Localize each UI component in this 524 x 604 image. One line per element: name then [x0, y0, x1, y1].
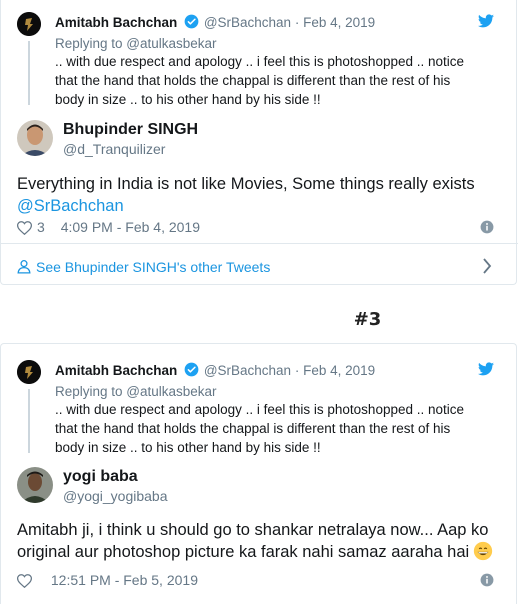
separator-dot: ·	[294, 363, 300, 378]
like-count[interactable]: 3	[37, 219, 45, 235]
tweet-body: Everything in India is not like Movies, …	[17, 175, 475, 193]
grinning-face-emoji	[474, 541, 493, 561]
author-name[interactable]: yogi baba	[63, 467, 138, 487]
thread-line	[28, 41, 30, 105]
quoted-author-avatar[interactable]	[17, 360, 41, 384]
quoted-author-handle[interactable]: @SrBachchan	[204, 15, 291, 30]
tweet-meta: 12:51 PM - Feb 5, 2019	[17, 571, 198, 589]
verified-badge-icon	[184, 362, 199, 377]
author-name[interactable]: Bhupinder SINGH	[63, 120, 198, 140]
tweet-text: Everything in India is not like Movies, …	[17, 173, 502, 217]
quoted-author-handle[interactable]: @SrBachchan	[204, 363, 291, 378]
embedded-tweet-card: Amitabh Bachchan @SrBachchan · Feb 4, 20…	[0, 0, 518, 285]
see-other-tweets-link[interactable]: See Bhupinder SINGH's other Tweets	[17, 258, 270, 276]
quoted-author-name[interactable]: Amitabh Bachchan	[55, 363, 177, 378]
quoted-tweet-date[interactable]: Feb 4, 2019	[303, 15, 375, 30]
twitter-bird-icon[interactable]	[478, 362, 494, 376]
embedded-tweet-card: Amitabh Bachchan @SrBachchan · Feb 4, 20…	[0, 343, 517, 604]
tweet-text: Amitabh ji, i think u should go to shank…	[17, 519, 502, 563]
heart-icon[interactable]	[17, 574, 32, 588]
heart-icon[interactable]	[17, 221, 32, 235]
quoted-author-avatar[interactable]	[17, 12, 41, 36]
mention-link[interactable]: @SrBachchan	[17, 197, 124, 215]
thread-line	[28, 389, 30, 453]
quoted-tweet-date[interactable]: Feb 4, 2019	[303, 363, 375, 378]
separator-dot: ·	[294, 15, 300, 30]
section-number-label: #3	[353, 309, 382, 330]
card-divider	[1, 243, 518, 244]
author-avatar[interactable]	[17, 467, 53, 503]
info-icon[interactable]	[480, 220, 494, 234]
replying-to-label[interactable]: Replying to @atulkasbekar	[55, 34, 217, 54]
author-handle[interactable]: @d_Tranquilizer	[63, 140, 165, 158]
tweet-timestamp[interactable]: 4:09 PM - Feb 4, 2019	[61, 219, 200, 235]
person-icon	[17, 260, 31, 274]
quoted-author-name[interactable]: Amitabh Bachchan	[55, 15, 177, 30]
tweet-timestamp[interactable]: 12:51 PM - Feb 5, 2019	[51, 572, 198, 588]
author-handle[interactable]: @yogi_yogibaba	[63, 487, 168, 505]
see-other-tweets-label[interactable]: See Bhupinder SINGH's other Tweets	[36, 259, 270, 275]
info-icon[interactable]	[480, 573, 494, 587]
verified-badge-icon	[184, 14, 199, 29]
quoted-tweet-text: .. with due respect and apology .. i fee…	[55, 54, 465, 107]
quoted-tweet-text: .. with due respect and apology .. i fee…	[55, 402, 465, 455]
replying-to-label[interactable]: Replying to @atulkasbekar	[55, 382, 217, 402]
tweet-meta: 3 4:09 PM - Feb 4, 2019	[17, 218, 200, 236]
chevron-right-icon[interactable]	[482, 258, 492, 274]
twitter-bird-icon[interactable]	[478, 14, 494, 28]
tweet-body: Amitabh ji, i think u should go to shank…	[17, 521, 489, 561]
author-avatar[interactable]	[17, 120, 53, 156]
